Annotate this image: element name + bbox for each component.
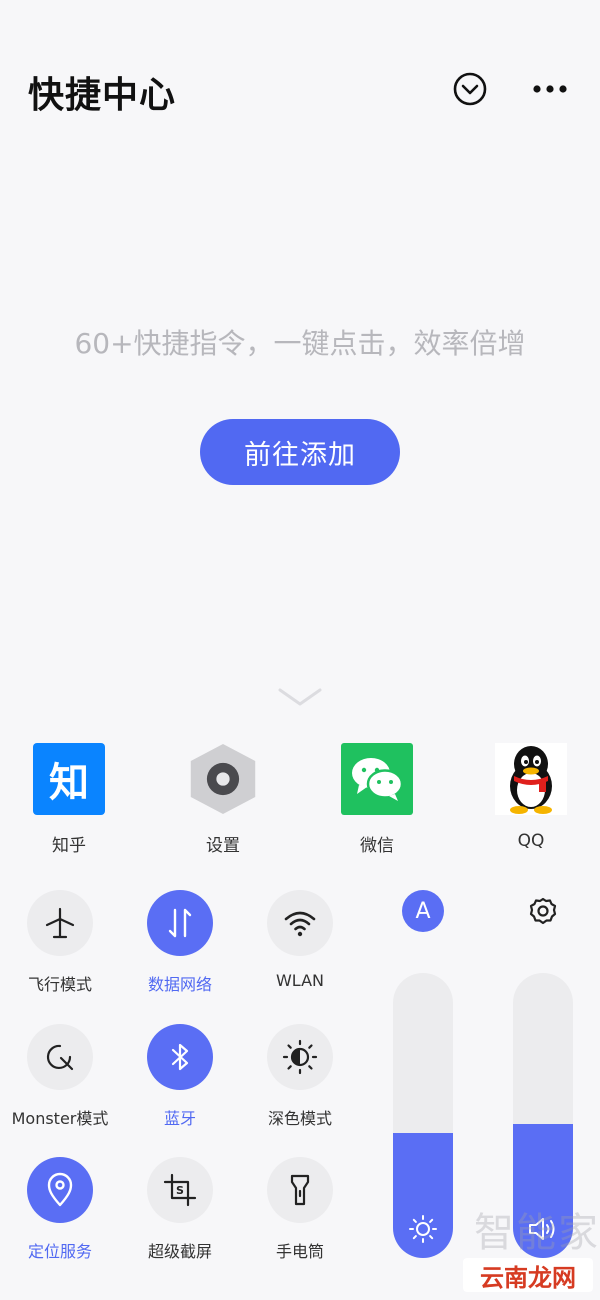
watermark-badge: 云南龙网 <box>463 1258 593 1292</box>
zhihu-icon: 知 <box>33 743 105 815</box>
toggle-location[interactable]: 定位服务 <box>0 1157 120 1262</box>
toggle-mobile-data[interactable]: 数据网络 <box>120 890 240 995</box>
watermark-top: 智能家 <box>474 1210 600 1256</box>
app-wechat[interactable]: 微信 <box>317 743 437 856</box>
app-label: 微信 <box>360 836 394 856</box>
more-options-button[interactable] <box>530 69 570 109</box>
page-title: 快捷中心 <box>28 75 177 116</box>
brightness-slider[interactable] <box>393 973 453 1258</box>
dark-mode-icon <box>282 1039 318 1075</box>
toggle-label: 蓝牙 <box>163 1109 196 1128</box>
svg-text:S: S <box>176 1184 184 1197</box>
monster-mode-icon <box>46 1044 74 1071</box>
toggle-label: WLAN <box>275 971 324 990</box>
mobile-data-icon <box>168 908 192 938</box>
qq-icon <box>495 743 567 815</box>
toggle-label: 飞行模式 <box>27 975 92 994</box>
toggle-bluetooth[interactable]: 蓝牙 <box>120 1024 240 1129</box>
settings-app-icon <box>187 743 259 815</box>
app-qq[interactable]: QQ <box>471 743 591 851</box>
app-label: QQ <box>517 831 545 851</box>
airplane-icon <box>45 907 75 939</box>
toggle-monster-mode[interactable]: Monster模式 <box>0 1024 120 1129</box>
toggle-super-screenshot[interactable]: S 超级截屏 <box>120 1157 240 1262</box>
app-label: 设置 <box>206 836 240 856</box>
brightness-icon <box>409 1215 437 1243</box>
toggle-label: 手电筒 <box>275 1242 324 1261</box>
app-zhihu[interactable]: 知 知乎 <box>9 743 129 856</box>
location-icon <box>47 1172 73 1207</box>
toggle-label: Monster模式 <box>11 1109 109 1128</box>
toggle-flashlight[interactable]: 手电筒 <box>240 1157 360 1262</box>
screenshot-crop-icon: S <box>163 1173 197 1207</box>
empty-state-message: 60+快捷指令，一键点击，效率倍增 <box>74 327 526 360</box>
toggle-label: 定位服务 <box>27 1242 92 1261</box>
gear-icon <box>529 897 557 925</box>
add-shortcut-button[interactable]: 前往添加 <box>200 419 400 485</box>
app-label: 知乎 <box>52 836 86 856</box>
toggle-dark-mode[interactable]: 深色模式 <box>240 1024 360 1129</box>
collapse-button[interactable] <box>450 69 490 109</box>
chevron-down-icon[interactable] <box>276 682 324 712</box>
toggle-airplane-mode[interactable]: 飞行模式 <box>0 890 120 995</box>
toggle-label: 数据网络 <box>147 975 212 994</box>
bluetooth-icon <box>171 1043 189 1071</box>
more-icon <box>533 85 567 93</box>
toggle-label: 深色模式 <box>267 1109 332 1128</box>
zhihu-glyph: 知 <box>49 760 89 806</box>
toggle-label: 超级截屏 <box>147 1242 212 1261</box>
flashlight-icon <box>290 1174 310 1206</box>
volume-settings-button[interactable] <box>522 890 564 932</box>
chevron-circle-down-icon <box>453 72 487 106</box>
auto-brightness-button[interactable]: A <box>402 890 444 932</box>
wechat-icon <box>341 743 413 815</box>
toggle-wlan[interactable]: WLAN <box>240 890 360 990</box>
wifi-icon <box>284 911 316 937</box>
app-settings[interactable]: 设置 <box>163 743 283 856</box>
auto-brightness-label: A <box>415 898 431 924</box>
